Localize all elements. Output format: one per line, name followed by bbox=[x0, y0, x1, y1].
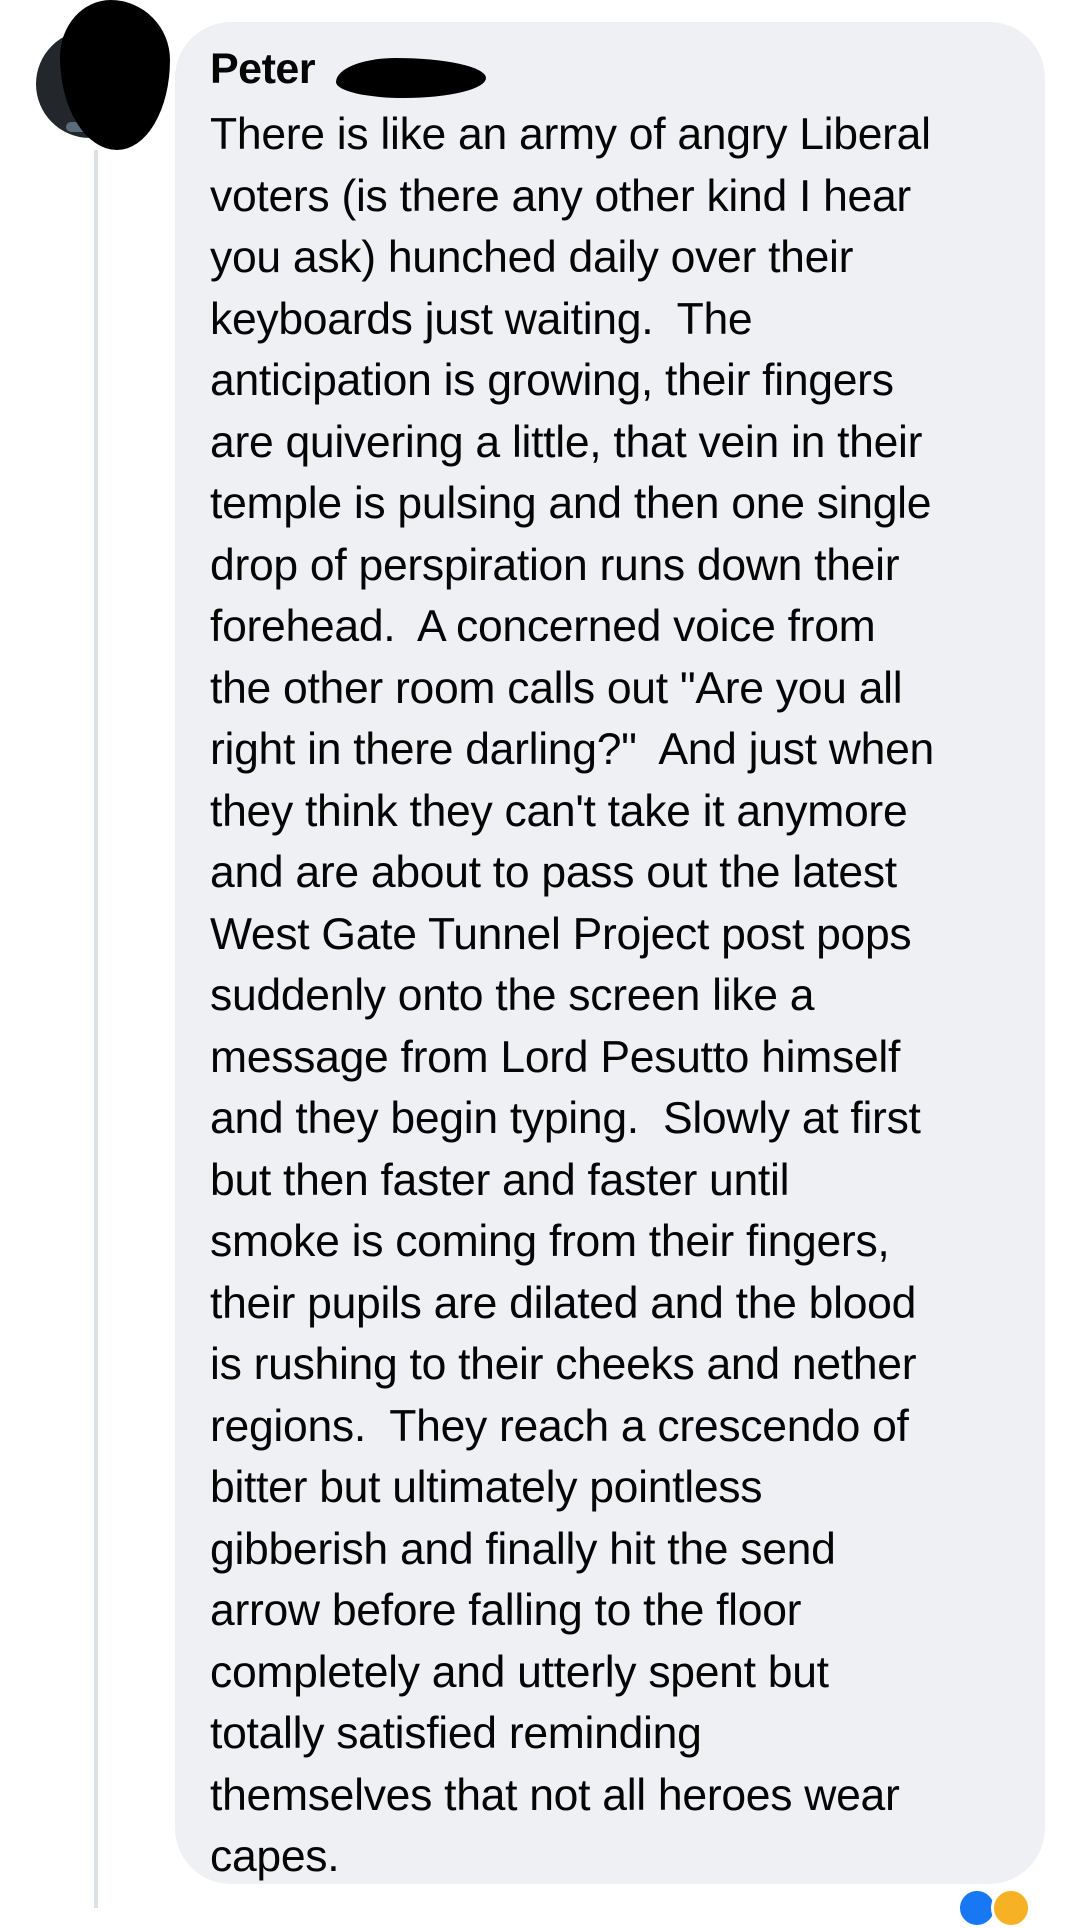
comment-line: forehead. A concerned voice from bbox=[210, 602, 876, 651]
comment-line: smoke is coming from their fingers, bbox=[210, 1217, 890, 1266]
author-name[interactable]: Peter bbox=[210, 45, 316, 93]
comment-line: message from Lord Pesutto himself bbox=[210, 1032, 901, 1082]
comment-line: capes. bbox=[210, 1832, 340, 1881]
comment-line: regions. They reach a crescendo of bbox=[210, 1401, 909, 1451]
comment-line: totally satisfied reminding bbox=[210, 1709, 702, 1758]
comment-line: suddenly onto the screen like a bbox=[210, 971, 815, 1020]
name-redaction bbox=[336, 58, 486, 98]
comment-line: drop of perspiration runs down their bbox=[210, 540, 900, 590]
haha-icon bbox=[991, 1888, 1031, 1928]
comment-line: gibberish and finally hit the send bbox=[210, 1524, 836, 1574]
comment-text: There is like an army of angry Liberal vo… bbox=[210, 104, 1025, 1888]
comment-line: the other room calls out "Are you all bbox=[210, 663, 903, 713]
comment-line: but then faster and faster until bbox=[210, 1155, 790, 1205]
comment-line: anticipation is growing, their fingers bbox=[210, 356, 894, 405]
comment-line: completely and utterly spent but bbox=[210, 1647, 829, 1697]
comment-line: voters (is there any other kind I hear bbox=[210, 171, 911, 221]
comment-line: arrow before falling to the floor bbox=[210, 1586, 802, 1635]
comment-line: and are about to pass out the latest bbox=[210, 848, 897, 897]
comment-line: keyboards just waiting. The bbox=[210, 294, 753, 344]
comment-line: is rushing to their cheeks and nether bbox=[210, 1340, 917, 1389]
comment-line: There is like an army of angry Liberal bbox=[210, 110, 931, 159]
comment-line: are quivering a little, that vein in the… bbox=[210, 417, 923, 467]
comment-line: you ask) hunched daily over their bbox=[210, 233, 854, 282]
thread-line bbox=[94, 150, 98, 1908]
comment-line: bitter but ultimately pointless bbox=[210, 1463, 763, 1512]
author-row: Peter bbox=[210, 44, 1025, 98]
comment-line: West Gate Tunnel Project post pops bbox=[210, 909, 912, 959]
comment-line: their pupils are dilated and the blood bbox=[210, 1278, 917, 1328]
comment-bubble: Peter There is like an army of angry Lib… bbox=[175, 22, 1045, 1884]
comment-line: themselves that not all heroes wear bbox=[210, 1770, 900, 1820]
comment-line: temple is pulsing and then one single bbox=[210, 479, 932, 528]
comment-line: and they begin typing. Slowly at first bbox=[210, 1094, 921, 1143]
comment-line: they think they can't take it anymore bbox=[210, 786, 908, 836]
comment-line: right in there darling?" And just when bbox=[210, 725, 934, 774]
